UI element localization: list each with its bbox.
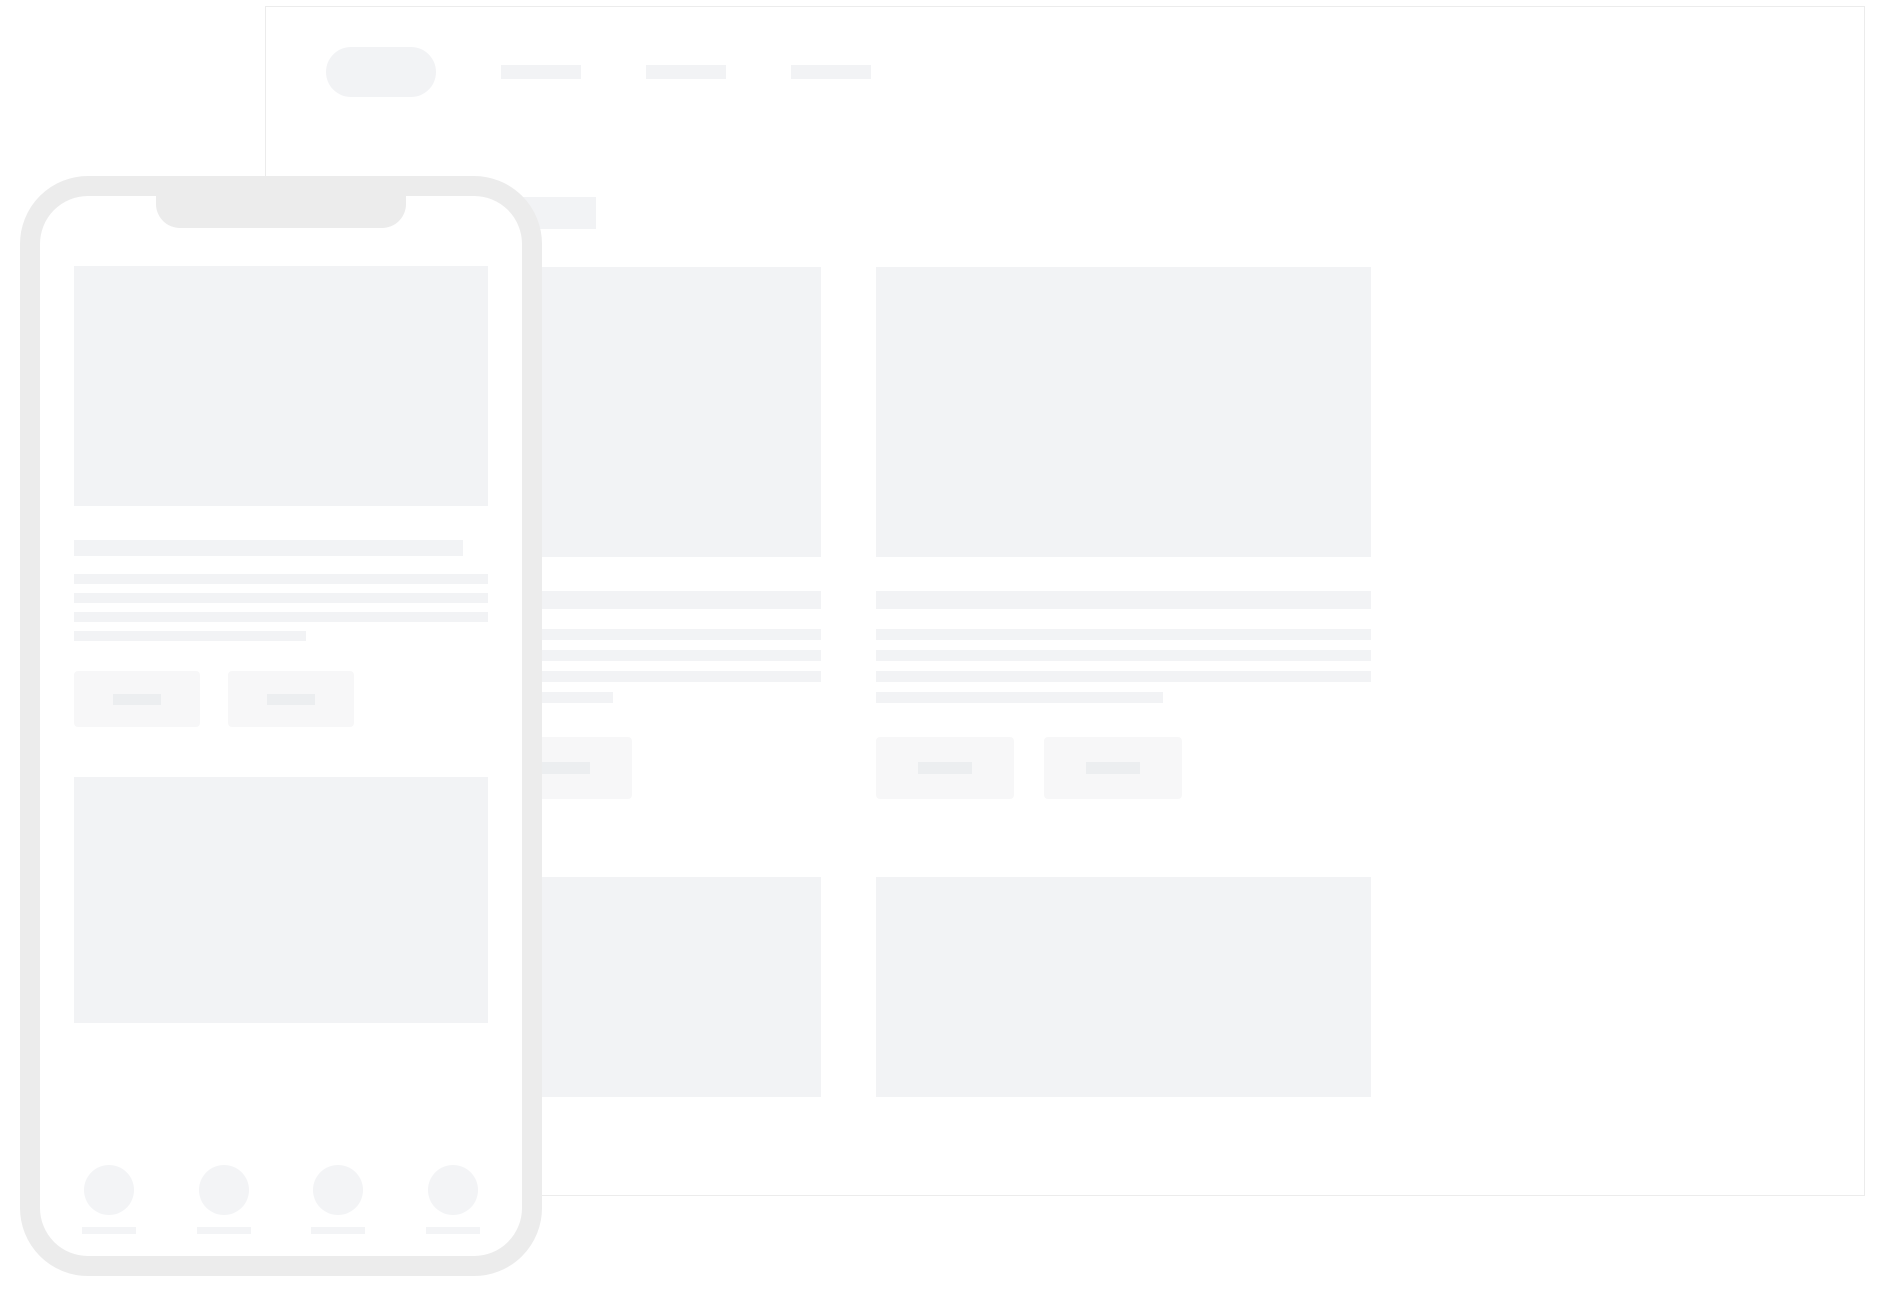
- tabbar-label-placeholder: [311, 1227, 365, 1234]
- tabbar-icon-placeholder: [84, 1165, 134, 1215]
- button-label-placeholder: [1086, 762, 1140, 774]
- card-text-placeholder: [876, 629, 1371, 703]
- text-line-placeholder: [74, 612, 488, 622]
- text-line-placeholder: [876, 692, 1163, 703]
- card-button-placeholder[interactable]: [74, 671, 200, 727]
- mobile-phone-wireframe: [20, 176, 542, 1276]
- button-label-placeholder: [267, 694, 315, 705]
- text-line-placeholder: [74, 593, 488, 603]
- card-image-placeholder: [74, 777, 488, 1023]
- phone-tabbar: [74, 1145, 488, 1234]
- card-button-row: [74, 671, 488, 727]
- phone-notch: [156, 194, 406, 228]
- text-line-placeholder: [74, 631, 306, 641]
- card-image-placeholder: [876, 267, 1371, 557]
- text-line-placeholder: [74, 574, 488, 584]
- tabbar-label-placeholder: [82, 1227, 136, 1234]
- phone-scroll-area[interactable]: [74, 266, 488, 1145]
- button-label-placeholder: [113, 694, 161, 705]
- card-row: [326, 267, 1804, 799]
- card-button-placeholder[interactable]: [1044, 737, 1182, 799]
- card-heading-placeholder: [74, 540, 463, 556]
- tabbar-item[interactable]: [82, 1165, 136, 1234]
- card-image-placeholder: [876, 877, 1371, 1097]
- card-heading-placeholder: [876, 591, 1371, 609]
- tabbar-item[interactable]: [426, 1165, 480, 1234]
- phone-content: [74, 266, 488, 1234]
- nav-link-placeholder[interactable]: [791, 65, 871, 79]
- tabbar-label-placeholder: [197, 1227, 251, 1234]
- tabbar-item[interactable]: [311, 1165, 365, 1234]
- nav-link-placeholder[interactable]: [646, 65, 726, 79]
- tabbar-icon-placeholder: [199, 1165, 249, 1215]
- tabbar-item[interactable]: [197, 1165, 251, 1234]
- content-card: [876, 267, 1371, 799]
- nav-link-placeholder[interactable]: [501, 65, 581, 79]
- text-line-placeholder: [876, 650, 1371, 661]
- text-line-placeholder: [876, 629, 1371, 640]
- card-button-row: [876, 737, 1371, 799]
- text-line-placeholder: [876, 671, 1371, 682]
- card-image-placeholder: [74, 266, 488, 506]
- button-label-placeholder: [536, 762, 590, 774]
- card-button-placeholder[interactable]: [228, 671, 354, 727]
- tabbar-label-placeholder: [426, 1227, 480, 1234]
- nav-logo-placeholder[interactable]: [326, 47, 436, 97]
- card-row: [326, 877, 1804, 1097]
- card-text-placeholder: [74, 574, 488, 641]
- card-button-placeholder[interactable]: [876, 737, 1014, 799]
- desktop-nav: [266, 7, 1864, 127]
- tabbar-icon-placeholder: [428, 1165, 478, 1215]
- button-label-placeholder: [918, 762, 972, 774]
- tabbar-icon-placeholder: [313, 1165, 363, 1215]
- content-card: [876, 877, 1371, 1097]
